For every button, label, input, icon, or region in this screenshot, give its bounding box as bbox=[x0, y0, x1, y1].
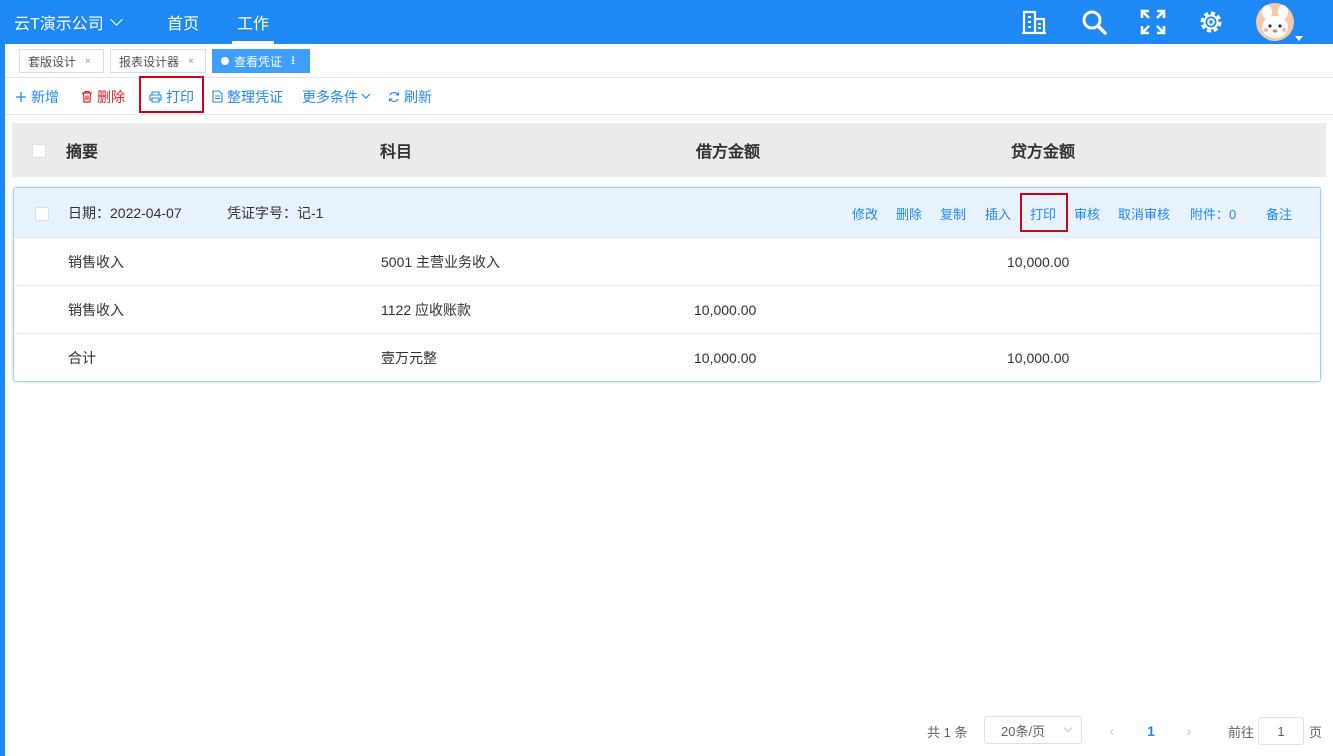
nav-home-label: 首页 bbox=[167, 16, 200, 33]
credit-cell: 10,000.00 bbox=[1007, 350, 1070, 366]
attachment-link[interactable]: 附件：0 bbox=[1190, 188, 1236, 238]
delete-label: 删除 bbox=[97, 88, 125, 105]
page-unit-label: 页 bbox=[1309, 724, 1323, 740]
summary-cell: 销售收入 bbox=[68, 302, 124, 318]
nav-work[interactable]: 工作 bbox=[232, 0, 274, 44]
print-button-highlight bbox=[139, 76, 204, 113]
tab-view-voucher[interactable]: 查看凭证 ⭳ bbox=[212, 49, 310, 73]
account-cell: 5001 主营业务收入 bbox=[381, 254, 501, 270]
number-value: 记-1 bbox=[297, 205, 324, 221]
table-header: 摘要 科目 借方金额 贷方金额 bbox=[12, 123, 1326, 177]
avatar-caret-icon[interactable] bbox=[1295, 36, 1303, 41]
table-row: 销售收入 1122 应收账款 10,000.00 bbox=[14, 286, 1320, 334]
chevron-down-icon bbox=[1063, 723, 1073, 733]
company-switcher[interactable]: 云T演示公司 bbox=[14, 0, 123, 44]
tab-report-designer[interactable]: 报表设计器 × bbox=[110, 49, 206, 73]
toolbar: 新增 删除 打印 整理凭证 更多条件 刷新 bbox=[5, 76, 1333, 115]
tab-label: 报表设计器 bbox=[119, 54, 180, 69]
account-cell: 1122 应收账款 bbox=[381, 302, 471, 318]
insert-link[interactable]: 插入 bbox=[985, 188, 1011, 238]
tab-label: 套版设计 bbox=[28, 54, 77, 69]
active-dot-icon bbox=[221, 57, 229, 65]
goto-page-input[interactable] bbox=[1258, 717, 1304, 745]
nav-work-label: 工作 bbox=[237, 16, 270, 33]
date-label: 日期： bbox=[68, 205, 110, 221]
plus-icon bbox=[15, 91, 27, 103]
voucher-number: 凭证字号： 记-1 bbox=[227, 188, 323, 238]
document-icon bbox=[212, 90, 223, 103]
more-conditions-button[interactable]: 更多条件 bbox=[302, 78, 375, 115]
debit-cell: 10,000.00 bbox=[694, 302, 757, 318]
add-label: 新增 bbox=[31, 88, 59, 105]
pin-icon[interactable]: ⭳ bbox=[291, 51, 295, 72]
goto-label: 前往 bbox=[1228, 724, 1255, 740]
close-icon[interactable]: × bbox=[85, 56, 91, 67]
tabs-bar: 套版设计 × 报表设计器 × 查看凭证 ⭳ bbox=[5, 44, 1333, 78]
organize-label: 整理凭证 bbox=[227, 88, 283, 105]
refresh-icon bbox=[388, 91, 400, 103]
trash-icon bbox=[81, 90, 93, 103]
edit-link[interactable]: 修改 bbox=[852, 188, 878, 238]
summary-cell: 合计 bbox=[68, 350, 96, 366]
column-header-credit: 贷方金额 bbox=[1011, 144, 1076, 161]
print-link-highlight bbox=[1020, 193, 1068, 232]
date-value: 2022-04-07 bbox=[110, 205, 182, 221]
credit-cell: 10,000.00 bbox=[1007, 254, 1070, 270]
refresh-button[interactable]: 刷新 bbox=[388, 78, 432, 115]
voucher-date: 日期： 2022-04-07 bbox=[68, 188, 182, 238]
table-row-total: 合计 壹万元整 10,000.00 10,000.00 bbox=[14, 334, 1320, 382]
tab-label: 查看凭证 bbox=[234, 54, 283, 69]
next-page-button[interactable]: › bbox=[1177, 716, 1201, 746]
fullscreen-icon[interactable] bbox=[1139, 8, 1167, 36]
page-size-select[interactable]: 20条/页 bbox=[984, 716, 1082, 744]
delete-link[interactable]: 删除 bbox=[896, 188, 922, 238]
building-icon[interactable] bbox=[1020, 8, 1048, 36]
column-header-summary: 摘要 bbox=[66, 144, 99, 161]
unaudit-link[interactable]: 取消审核 bbox=[1118, 188, 1170, 238]
voucher-header: 日期： 2022-04-07 凭证字号： 记-1 修改 删除 复制 插入 打印 … bbox=[14, 188, 1320, 238]
top-header: 云T演示公司 首页 工作 bbox=[0, 0, 1333, 44]
remark-link[interactable]: 备注 bbox=[1266, 188, 1292, 238]
prev-page-button[interactable]: ‹ bbox=[1100, 716, 1124, 746]
page-size-value: 20条/页 bbox=[1001, 723, 1046, 739]
company-name: 云T演示公司 bbox=[14, 16, 104, 33]
chevron-down-icon bbox=[109, 13, 123, 26]
voucher-checkbox[interactable] bbox=[35, 207, 49, 221]
chevron-down-icon bbox=[361, 93, 371, 100]
close-icon[interactable]: × bbox=[188, 56, 194, 67]
organize-voucher-button[interactable]: 整理凭证 bbox=[212, 78, 283, 115]
copy-link[interactable]: 复制 bbox=[940, 188, 966, 238]
table-row: 销售收入 5001 主营业务收入 10,000.00 bbox=[14, 238, 1320, 286]
nav-home[interactable]: 首页 bbox=[167, 0, 199, 44]
search-icon[interactable] bbox=[1080, 8, 1108, 36]
current-page-number[interactable]: 1 bbox=[1140, 716, 1162, 746]
delete-button[interactable]: 删除 bbox=[81, 78, 125, 115]
gear-icon[interactable] bbox=[1197, 8, 1225, 36]
number-label: 凭证字号： bbox=[227, 205, 297, 221]
audit-link[interactable]: 审核 bbox=[1074, 188, 1100, 238]
refresh-label: 刷新 bbox=[404, 88, 432, 105]
summary-cell: 销售收入 bbox=[68, 254, 124, 270]
total-count: 共 1 条 bbox=[927, 724, 968, 740]
tab-template-design[interactable]: 套版设计 × bbox=[19, 49, 104, 73]
column-header-account: 科目 bbox=[380, 144, 413, 161]
select-all-checkbox[interactable] bbox=[32, 144, 46, 158]
voucher-card: 日期： 2022-04-07 凭证字号： 记-1 修改 删除 复制 插入 打印 … bbox=[13, 187, 1321, 382]
more-label: 更多条件 bbox=[302, 88, 358, 105]
add-button[interactable]: 新增 bbox=[15, 78, 59, 115]
debit-cell: 10,000.00 bbox=[694, 350, 757, 366]
column-header-debit: 借方金额 bbox=[696, 144, 761, 161]
avatar[interactable] bbox=[1254, 2, 1296, 42]
account-cell: 壹万元整 bbox=[381, 350, 437, 366]
